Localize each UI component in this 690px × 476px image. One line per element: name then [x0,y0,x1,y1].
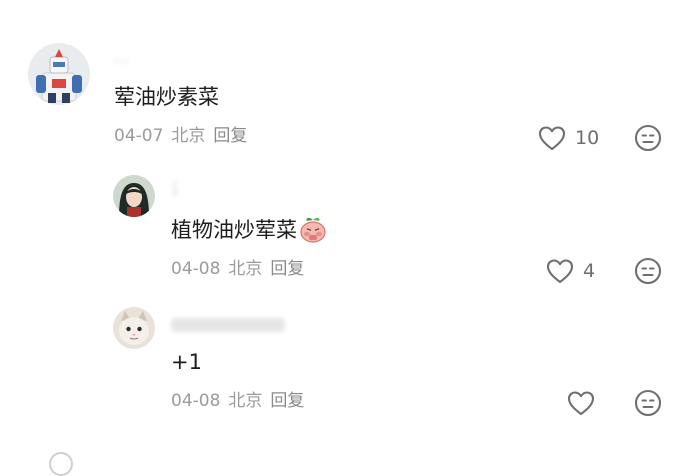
next-comment-avatar[interactable] [49,452,73,476]
like-button[interactable]: 4 [546,257,595,285]
dislike-button[interactable] [634,124,662,152]
dislike-button[interactable] [634,389,662,417]
comment-date: 04-08 [171,391,221,411]
like-count: 4 [583,260,596,282]
cat-avatar-icon [113,307,155,349]
avatar[interactable] [28,43,90,105]
username-placeholder [171,318,285,332]
dark-hair-portrait-avatar-icon [113,175,155,217]
comment-text-value: 荤油炒素菜 [114,85,219,109]
comment-location: 北京 [171,126,206,146]
avatar[interactable] [113,175,155,217]
comment-meta: 04-07 北京 回复 [114,125,255,147]
username[interactable]: 氵 [171,179,187,199]
blushing-peach-emoji-icon [299,215,327,243]
comment-date: 04-08 [171,259,221,279]
username[interactable]: … [114,47,130,67]
comment-text-value: +1 [171,350,202,374]
comment-text: 荤油炒素菜 [114,83,219,111]
avatar[interactable] [113,307,155,349]
comment-text: +1 [171,348,202,376]
comment-text-value: 植物油炒荤菜 [171,218,297,242]
like-button[interactable] [567,389,595,417]
heart-icon [546,259,574,284]
reply-button[interactable]: 回复 [270,259,304,279]
reply-button[interactable]: 回复 [270,391,304,411]
neutral-face-icon [634,257,662,285]
neutral-face-icon [634,389,662,417]
reply-button[interactable]: 回复 [213,126,247,146]
heart-icon [567,391,595,416]
comment-date: 04-07 [114,126,164,146]
like-button[interactable]: 10 [538,124,599,152]
like-count: 10 [575,127,600,149]
comment-meta: 04-08 北京 回复 [171,390,312,412]
dislike-button[interactable] [634,257,662,285]
comment-location: 北京 [228,391,263,411]
comment-text: 植物油炒荤菜 [171,215,327,244]
neutral-face-icon [634,124,662,152]
robot-figure-avatar-icon [28,43,90,105]
comment-location: 北京 [228,259,263,279]
heart-icon [538,126,566,151]
comment-meta: 04-08 北京 回复 [171,258,312,280]
